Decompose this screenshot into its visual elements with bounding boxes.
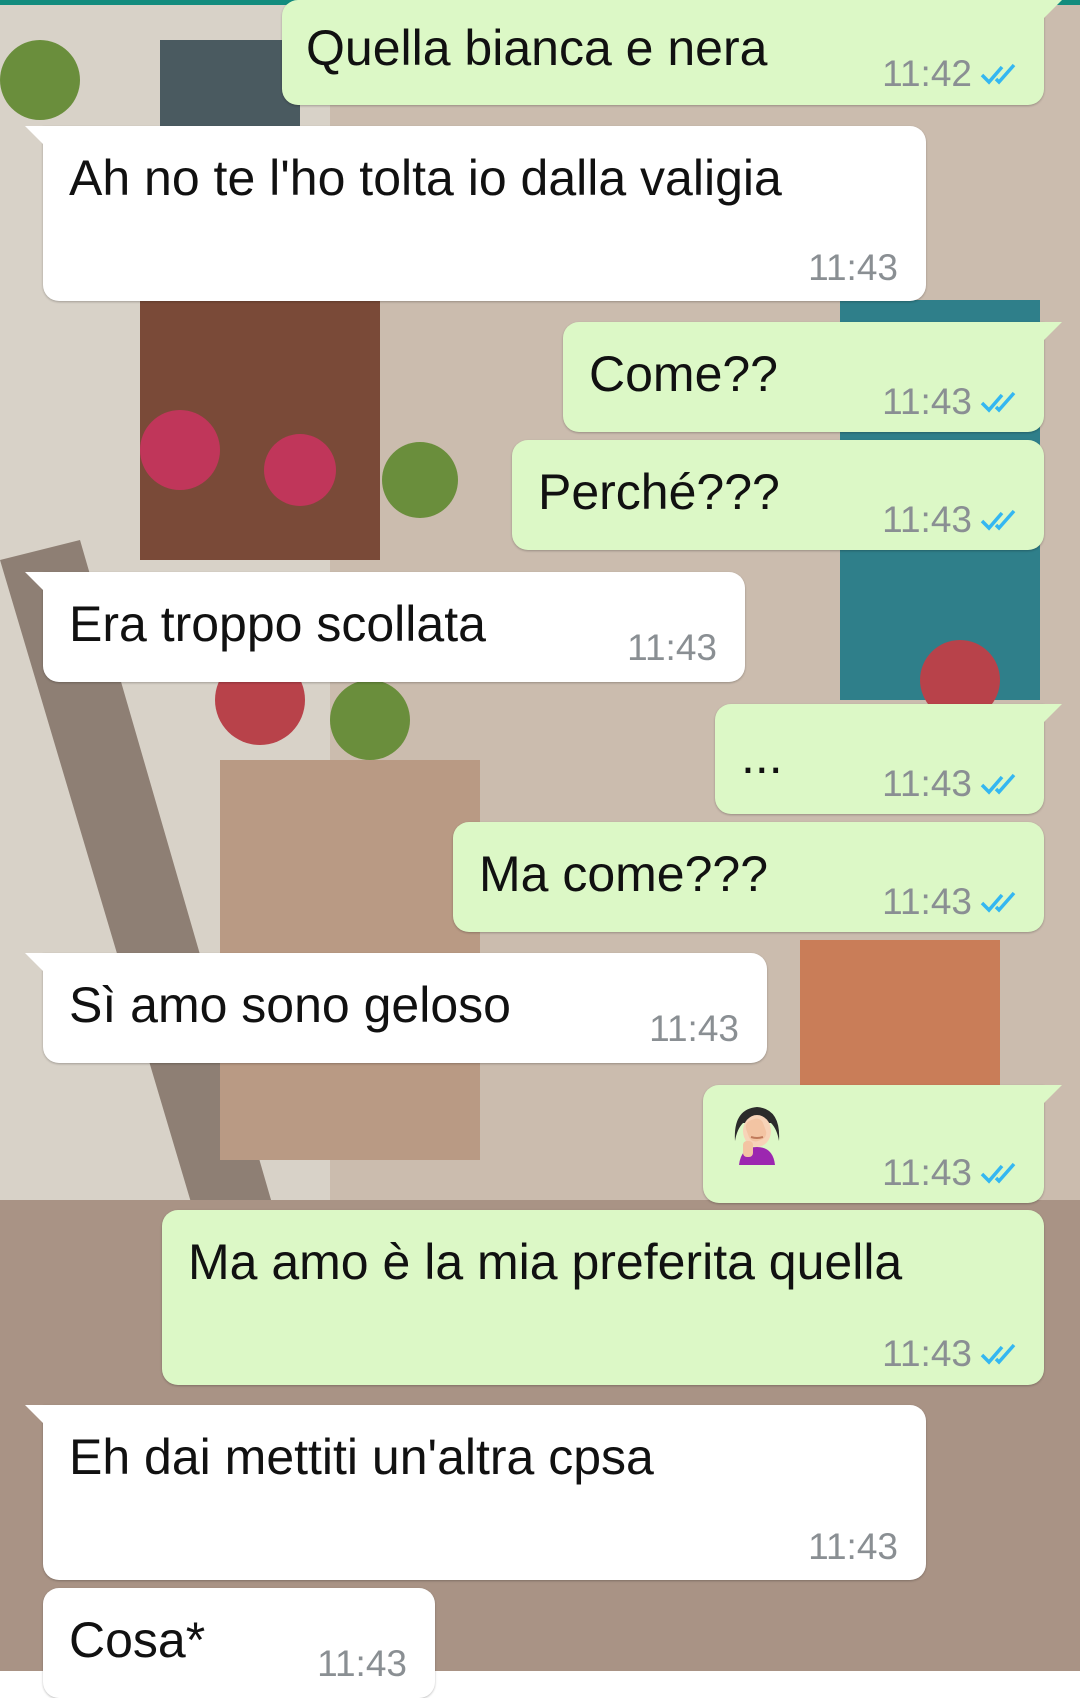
message-text: Ma amo è la mia preferita quella: [188, 1234, 903, 1290]
message-incoming[interactable]: Sì amo sono geloso 11:43: [25, 953, 767, 1063]
message-incoming[interactable]: Eh dai mettiti un'altra cpsa 11:43: [25, 1405, 926, 1580]
message-text: Eh dai mettiti un'altra cpsa: [69, 1429, 654, 1485]
read-receipt-icon: [980, 1343, 1016, 1365]
message-outgoing[interactable]: Perché??? 11:43: [512, 440, 1044, 550]
message-time: 11:43: [882, 881, 972, 922]
message-time: 11:43: [808, 247, 898, 288]
read-receipt-icon: [980, 509, 1016, 531]
message-text: Ah no te l'ho tolta io dalla valigia: [69, 150, 782, 206]
message-time: 11:43: [627, 627, 717, 668]
message-meta: 11:43: [317, 1634, 407, 1694]
message-time: 11:43: [649, 1008, 739, 1049]
message-meta: 11:43: [649, 999, 739, 1059]
message-time: 11:43: [882, 381, 972, 422]
message-meta: 11:43: [882, 754, 1022, 814]
message-meta: 11:43: [882, 1143, 1022, 1203]
read-receipt-icon: [980, 391, 1016, 413]
message-text: Sì amo sono geloso: [69, 977, 511, 1033]
message-text: Cosa*: [69, 1612, 206, 1668]
message-outgoing[interactable]: Ma come??? 11:43: [453, 822, 1044, 932]
message-meta: 11:43: [882, 1324, 1022, 1384]
message-meta: 11:43: [882, 372, 1022, 432]
message-text: Come??: [589, 346, 778, 402]
message-incoming[interactable]: Ah no te l'ho tolta io dalla valigia 11:…: [25, 126, 926, 301]
message-text: Perché???: [538, 464, 780, 520]
message-meta: 11:43: [808, 238, 898, 298]
read-receipt-icon: [980, 63, 1016, 85]
message-outgoing[interactable]: Quella bianca e nera 11:42: [282, 0, 1062, 105]
message-meta: 11:43: [882, 490, 1022, 550]
message-meta: 11:43: [808, 1517, 898, 1577]
message-outgoing[interactable]: Ma amo è la mia preferita quella 11:43: [162, 1210, 1044, 1385]
message-outgoing[interactable]: Come?? 11:43: [563, 322, 1062, 432]
message-meta: 11:43: [882, 872, 1022, 932]
read-receipt-icon: [980, 891, 1016, 913]
message-text: Era troppo scollata: [69, 596, 486, 652]
message-time: 11:43: [808, 1526, 898, 1567]
woman-facepalming-icon: [734, 1107, 780, 1165]
message-time: 11:43: [882, 1152, 972, 1193]
read-receipt-icon: [980, 1162, 1016, 1184]
message-incoming[interactable]: Cosa* 11:43: [43, 1588, 435, 1698]
message-outgoing[interactable]: ... 11:43: [715, 704, 1062, 814]
message-time: 11:43: [882, 499, 972, 540]
message-incoming[interactable]: Era troppo scollata 11:43: [25, 572, 745, 682]
message-text: Quella bianca e nera: [306, 20, 768, 76]
message-text: Ma come???: [479, 846, 769, 902]
message-time: 11:42: [882, 53, 972, 94]
message-meta: 11:42: [882, 44, 1022, 104]
message-time: 11:43: [317, 1643, 407, 1684]
message-meta: 11:43: [627, 618, 717, 678]
message-text: ...: [741, 728, 783, 784]
message-outgoing[interactable]: 11:43: [703, 1085, 1062, 1203]
message-time: 11:43: [882, 1333, 972, 1374]
message-time: 11:43: [882, 763, 972, 804]
read-receipt-icon: [980, 773, 1016, 795]
